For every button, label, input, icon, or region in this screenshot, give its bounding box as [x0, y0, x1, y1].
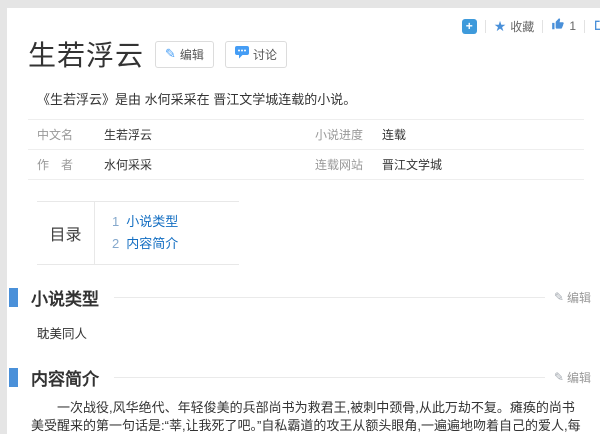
- article-page: + ★ 收藏 1 生若浮云 ✎ 编辑 讨论 《生若浮云》是由 水何采采在 晋江文…: [7, 8, 600, 434]
- section-content-intro: 内容简介 ✎ 编辑 一次战役,风华绝代、年轻俊美的兵部尚书为救君王,被刺中颈骨,…: [7, 366, 600, 434]
- discuss-label: 讨论: [252, 47, 277, 62]
- pencil-icon: ✎: [553, 290, 564, 304]
- discuss-button[interactable]: 讨论: [224, 40, 287, 68]
- infobox-label: 小说进度: [315, 128, 364, 142]
- toc-item-label[interactable]: 小说类型: [126, 214, 178, 229]
- pencil-icon: ✎: [165, 46, 176, 61]
- section-novel-type: 小说类型 ✎ 编辑 耽美同人: [7, 286, 600, 342]
- section-content: 一次战役,风华绝代、年轻俊美的兵部尚书为救君王,被刺中颈骨,从此万劫不复。瘫痪的…: [31, 400, 581, 433]
- divider: [584, 19, 585, 33]
- edit-section-label: 编辑: [566, 290, 591, 305]
- infobox-value: 生若浮云: [104, 128, 153, 142]
- infobox-row: 连载网站 晋江文学城: [306, 150, 584, 180]
- infobox-row: 小说进度 连载: [306, 120, 584, 150]
- infobox-value: 连载: [382, 128, 407, 142]
- divider: [542, 19, 544, 33]
- toc-item-novel-type[interactable]: 1 小说类型: [112, 211, 178, 233]
- infobox: 中文名 生若浮云 小说进度 连载 作 者 水何采采 连载网站 晋江文学城: [28, 119, 584, 180]
- divider: [484, 19, 486, 33]
- section-marker: [9, 287, 18, 307]
- section-marker: [9, 367, 18, 387]
- section-content: 耽美同人: [37, 327, 88, 341]
- edit-article-button[interactable]: ✎ 编辑: [155, 40, 214, 68]
- toc-list: 1 小说类型 2 内容简介: [95, 202, 178, 264]
- infobox-row: 作 者 水何采采: [28, 150, 306, 180]
- toc-item-number: 1: [112, 214, 120, 229]
- toc-item-label[interactable]: 内容简介: [126, 236, 178, 251]
- section-header: 小说类型 ✎ 编辑: [7, 286, 600, 309]
- favorite-button[interactable]: 收藏: [510, 18, 534, 35]
- top-toolbar: + ★ 收藏 1: [461, 16, 600, 37]
- section-title: 内容简介: [31, 369, 99, 389]
- section-header: 内容简介 ✎ 编辑: [7, 366, 600, 389]
- edit-section-button[interactable]: ✎ 编辑: [554, 289, 591, 306]
- infobox-value: 水何采采: [104, 158, 153, 172]
- page-title: 生若浮云: [28, 40, 145, 71]
- add-app-icon[interactable]: +: [461, 18, 477, 34]
- toc-title: 目录: [37, 202, 95, 264]
- divider: [114, 296, 545, 298]
- infobox-value: 晋江文学城: [382, 158, 443, 172]
- article-summary: 《生若浮云》是由 水何采采在 晋江文学城连载的小说。: [37, 92, 357, 107]
- article-header: 生若浮云 ✎ 编辑 讨论: [28, 34, 600, 74]
- infobox-label: 连载网站: [315, 158, 364, 172]
- divider: [114, 376, 545, 378]
- edit-section-button[interactable]: ✎ 编辑: [554, 369, 591, 386]
- star-icon[interactable]: ★: [494, 18, 507, 34]
- discussion-bubble-icon: [234, 46, 249, 62]
- thumbs-up-icon[interactable]: [551, 17, 565, 36]
- share-icon[interactable]: [593, 16, 600, 37]
- toc-item-content-intro[interactable]: 2 内容简介: [112, 233, 178, 255]
- edit-article-label: 编辑: [179, 47, 204, 62]
- pencil-icon: ✎: [553, 370, 564, 384]
- toc-item-number: 2: [112, 236, 120, 251]
- table-of-contents: 目录 1 小说类型 2 内容简介: [37, 201, 239, 265]
- infobox-row: 中文名 生若浮云: [28, 120, 306, 150]
- like-count: 1: [569, 19, 576, 33]
- section-title: 小说类型: [31, 289, 99, 309]
- infobox-label: 作 者: [37, 158, 74, 172]
- infobox-label: 中文名: [37, 128, 74, 142]
- edit-section-label: 编辑: [566, 370, 591, 385]
